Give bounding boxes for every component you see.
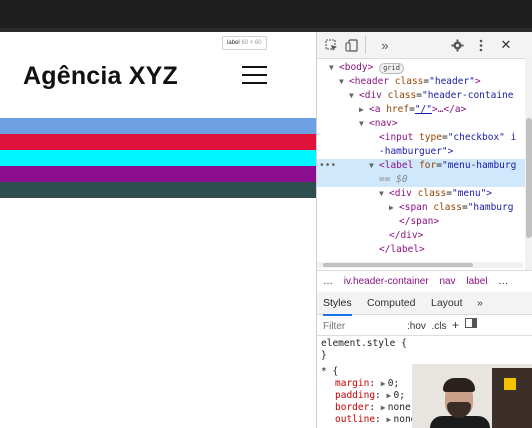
rule-close-brace: } (321, 350, 327, 361)
node-actions-icon[interactable]: ••• (319, 159, 336, 173)
tree-node-nav[interactable]: ▼ <nav> (359, 117, 523, 131)
inspect-cursor-icon[interactable] (323, 37, 339, 53)
tree-vertical-scrollbar[interactable] (525, 58, 532, 298)
close-icon[interactable]: ✕ (498, 37, 514, 53)
breadcrumb-overflow-right[interactable]: … (498, 276, 508, 287)
element-dimension-tooltip: label 60 × 60 (222, 36, 267, 50)
padding-declaration[interactable]: padding: ▶ 0; (335, 390, 405, 402)
tree-node-link[interactable]: ▶ <a href="/">…</a> (359, 103, 523, 117)
collapse-triangle-icon[interactable]: ▼ (339, 75, 349, 89)
element-breadcrumbs: … iv.header-container nav label … (317, 270, 532, 294)
expand-triangle-icon[interactable]: ▶ (389, 201, 399, 215)
outline-declaration[interactable]: outline: ▶ none (335, 414, 416, 426)
tree-node-label-close[interactable]: </label> (379, 243, 523, 257)
tab-more[interactable]: » (477, 292, 483, 314)
page-viewport: Agência XYZ label 60 × 60 (0, 32, 316, 428)
hover-state-toggle[interactable]: :hov (407, 321, 426, 332)
tree-node-label-selected[interactable]: ••• ▼ <label for="menu-hamburg (317, 159, 525, 173)
breadcrumb-nav[interactable]: nav (439, 276, 455, 287)
sidebar-tabs: Styles Computed Layout » (317, 292, 532, 316)
breadcrumb-header-container[interactable]: iv.header-container (344, 276, 429, 287)
breadcrumb-label[interactable]: label (466, 276, 487, 287)
color-stripe-4 (0, 166, 316, 182)
dom-tree: ▼ <body> grid ▼ <header class="header"> ▼ <… (317, 59, 532, 265)
tree-node-input-continued: -hamburguer"> (379, 146, 454, 157)
collapse-triangle-icon[interactable]: ▼ (349, 89, 359, 103)
devtools-toolbar: » ✕ (317, 32, 532, 59)
tree-node-body[interactable]: ▼ <body> grid (329, 61, 523, 75)
expand-triangle-icon[interactable]: ▶ (359, 103, 369, 117)
color-stripe-1 (0, 118, 316, 134)
tree-node-header-container[interactable]: ▼ <div class="header-containe (349, 89, 523, 103)
tree-node-menu[interactable]: ▼ <div class="menu"> (379, 187, 523, 201)
new-rule-button[interactable]: + (452, 318, 459, 332)
tree-node-div-close[interactable]: </div> (389, 229, 523, 243)
hamburger-menu-icon[interactable] (237, 64, 269, 86)
scrollbar-thumb[interactable] (323, 263, 473, 267)
tab-computed[interactable]: Computed (367, 292, 415, 314)
site-title: Agência XYZ (23, 62, 179, 90)
collapse-triangle-icon[interactable]: ▼ (379, 187, 389, 201)
gear-icon[interactable] (449, 37, 465, 53)
hamburger-line-middle (242, 74, 267, 76)
tab-styles[interactable]: Styles (323, 292, 352, 316)
margin-declaration[interactable]: margin: ▶ 0; (335, 378, 399, 390)
tree-node-header[interactable]: ▼ <header class="header"> (339, 75, 523, 89)
collapse-triangle-icon[interactable]: ▼ (369, 159, 379, 173)
element-style-rule[interactable]: element.style { (321, 338, 407, 350)
device-toggle-icon[interactable] (343, 37, 359, 53)
webcam-overlay (412, 364, 532, 428)
hamburger-line-bottom (242, 82, 267, 84)
sidebar-toggle-icon[interactable] (464, 316, 477, 336)
kebab-icon[interactable] (473, 37, 489, 53)
tooltip-element-size: 60 × 60 (241, 40, 262, 46)
tree-horizontal-scrollbar[interactable] (317, 262, 523, 268)
tree-node-input[interactable]: <input type="checkbox" i (379, 131, 523, 145)
tree-node-span[interactable]: ▶ <span class="hamburg (389, 201, 523, 215)
color-stripe-2 (0, 134, 316, 150)
window-top-bar (0, 0, 532, 28)
breadcrumb-overflow-left[interactable]: … (323, 276, 333, 287)
toolbar-divider (365, 36, 366, 54)
class-toggle[interactable]: .cls (431, 321, 446, 332)
universal-selector-rule[interactable]: * { (321, 366, 338, 378)
hamburger-line-top (242, 66, 267, 68)
scrollbar-thumb[interactable] (526, 118, 532, 238)
selected-node-marker: == $0 (317, 173, 525, 187)
collapse-triangle-icon[interactable]: ▼ (359, 117, 369, 131)
border-declaration[interactable]: border: ▶ none; (335, 402, 416, 414)
filter-tools: :hov .cls + (407, 315, 477, 337)
collapse-triangle-icon[interactable]: ▼ (329, 61, 339, 75)
color-stripe-3 (0, 150, 316, 166)
styles-filter-row: :hov .cls + (317, 315, 532, 336)
more-tabs-button[interactable]: » (377, 37, 393, 53)
tree-node-span-close[interactable]: </span> (399, 215, 523, 229)
grid-badge[interactable]: grid (379, 63, 404, 74)
styles-filter-input[interactable] (321, 317, 399, 335)
tab-layout[interactable]: Layout (431, 292, 463, 314)
tooltip-element-name: label (227, 40, 240, 46)
color-stripe-5 (0, 182, 316, 198)
